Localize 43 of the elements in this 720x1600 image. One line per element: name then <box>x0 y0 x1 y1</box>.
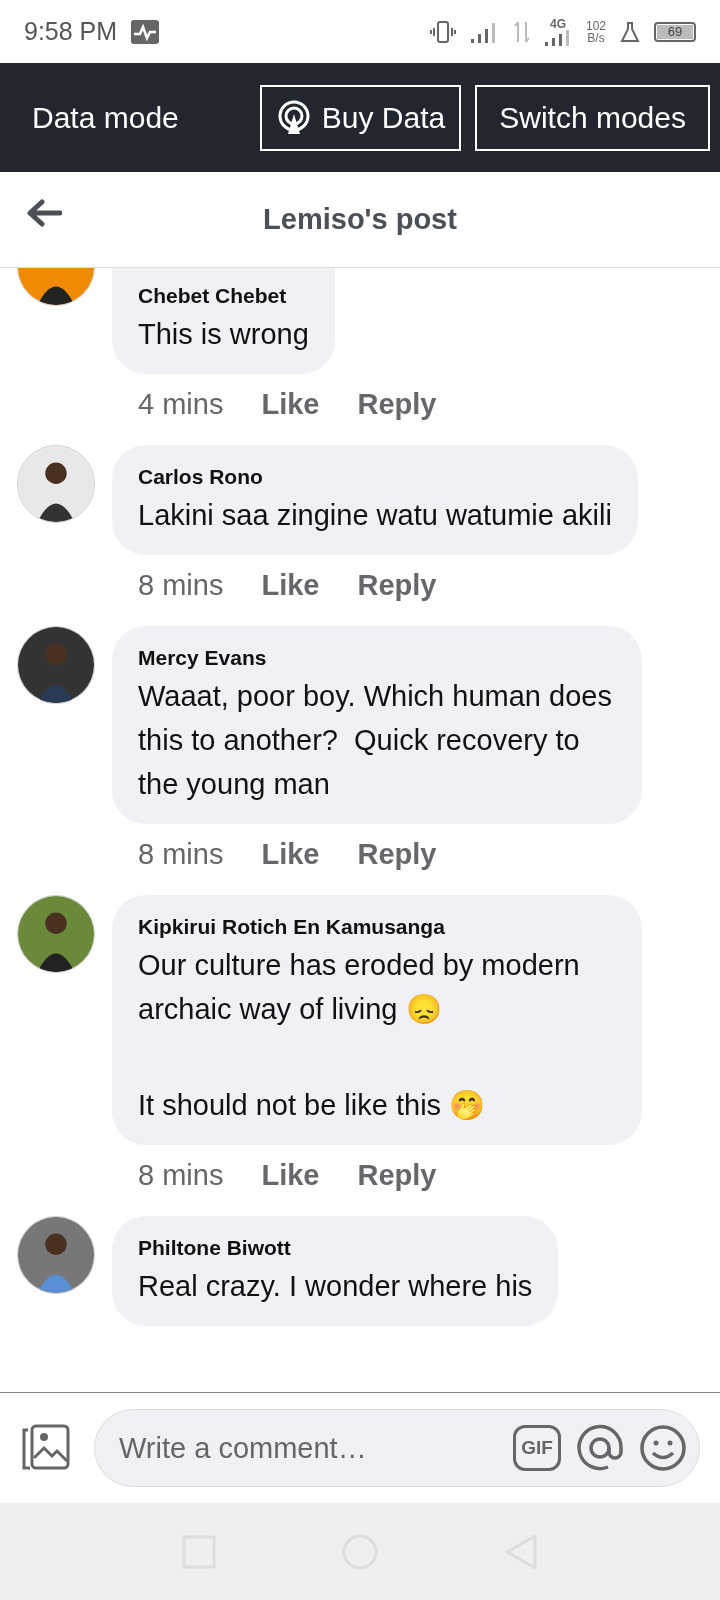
reply-button[interactable]: Reply <box>357 838 437 871</box>
like-button[interactable]: Like <box>261 569 320 602</box>
data-mode-label: Data mode <box>32 100 180 135</box>
speed-value: 102 <box>585 19 606 32</box>
comment-text: Our culture has eroded by modern archaic way of living 😞 <box>138 948 581 1027</box>
comment-author[interactable]: Carlos Rono <box>138 465 612 489</box>
comment-time: 8 mins <box>138 838 224 871</box>
reply-button[interactable]: Reply <box>357 1159 437 1192</box>
comment-text: Lakini saa zingine watu watumie akili <box>138 498 612 533</box>
like-button[interactable]: Like <box>261 1159 320 1192</box>
flask-icon <box>620 20 640 43</box>
status-time: 9:58 PM <box>24 17 118 46</box>
mention-icon[interactable] <box>575 1423 625 1473</box>
vibrate-icon <box>429 19 456 44</box>
activity-icon <box>131 19 160 44</box>
buy-data-button[interactable]: Buy Data <box>259 84 462 151</box>
post-title: Lemiso's post <box>263 203 457 236</box>
battery-level: 69 <box>657 24 693 39</box>
emoji-icon[interactable] <box>639 1424 687 1472</box>
reply-button[interactable]: Reply <box>357 569 437 602</box>
speed-unit: B/s <box>587 31 605 44</box>
switch-modes-button[interactable]: Switch modes <box>475 84 710 151</box>
comment-time: 4 mins <box>138 388 224 421</box>
network-type: 4G <box>549 17 566 30</box>
comment-author[interactable]: Mercy Evans <box>138 646 616 670</box>
signal-icon <box>543 29 572 46</box>
comment-text: Waaat, poor boy. Which human does this to another? Quick recovery to the young man <box>138 679 613 802</box>
reply-button[interactable]: Reply <box>357 388 437 421</box>
comment-author[interactable]: Philtone Biwott <box>138 1236 533 1260</box>
comment-field[interactable]: Write a comment… GIF <box>94 1409 700 1487</box>
comment-text: This is wrong <box>138 317 309 352</box>
photo-icon[interactable] <box>20 1424 72 1472</box>
comment-text: Real crazy. I wonder where his <box>138 1269 533 1304</box>
comment-author[interactable]: Chebet Chebet <box>138 284 309 308</box>
data-transfer-icon <box>513 19 530 44</box>
like-button[interactable]: Like <box>261 838 320 871</box>
comment-time: 8 mins <box>138 1159 224 1192</box>
comment-text: It should not be like this 🤭 <box>138 1088 487 1123</box>
comment-author[interactable]: Kipkirui Rotich En Kamusanga <box>138 915 616 939</box>
back-button[interactable] <box>26 198 62 228</box>
comment-time: 8 mins <box>138 569 224 602</box>
gif-button[interactable]: GIF <box>513 1425 561 1471</box>
like-button[interactable]: Like <box>261 388 320 421</box>
